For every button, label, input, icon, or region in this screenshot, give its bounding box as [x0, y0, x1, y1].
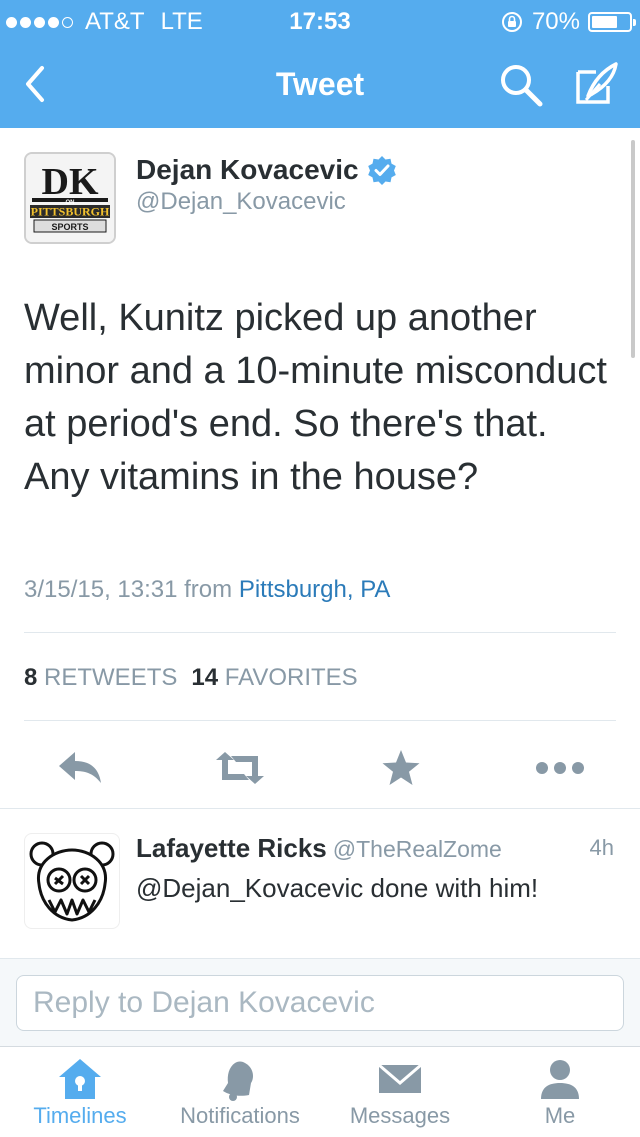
retweet-button[interactable]	[210, 746, 270, 790]
reply-icon	[59, 752, 101, 783]
bear-logo	[29, 841, 115, 922]
svg-text:DK: DK	[42, 161, 99, 203]
home-icon	[59, 1059, 101, 1099]
tab-messages-label: Messages	[349, 1103, 451, 1128]
nav-bar: Tweet	[0, 40, 640, 128]
retweets-count: 8	[24, 664, 38, 691]
reply-bar	[0, 958, 640, 1047]
more-dots-icon	[536, 762, 584, 774]
star-icon	[382, 750, 420, 785]
reply-avatar[interactable]	[24, 833, 120, 929]
tweet-stats: 8 RETWEETS 14 FAVORITES	[24, 664, 358, 692]
tweet-meta: 3/15/15, 13:31 from Pittsburgh, PA	[24, 576, 390, 604]
tweet-timestamp: 3/15/15, 13:31	[24, 576, 178, 603]
tab-timelines-label: Timelines	[33, 1103, 127, 1128]
app-header: AT&T LTE 17:53 70% Tweet	[0, 0, 640, 128]
retweets-stat[interactable]: 8 RETWEETS	[24, 664, 177, 692]
favorites-label: FAVORITES	[224, 664, 358, 691]
reply-text: @Dejan_Kovacevic done with him!	[136, 873, 539, 903]
battery-percent: 70%	[531, 8, 580, 35]
tab-messages[interactable]: Messages	[320, 1047, 480, 1137]
status-bar: AT&T LTE 17:53 70%	[0, 0, 640, 40]
retweet-icon	[216, 752, 264, 784]
tab-bar: Timelines Notifications Messages Me	[0, 1046, 640, 1137]
author-avatar[interactable]: DK ON PITTSBURGH SPORTS	[24, 152, 116, 244]
divider	[24, 720, 616, 721]
reply-author[interactable]: Lafayette Ricks @TheRealZome	[136, 833, 502, 864]
status-right: 70%	[500, 8, 636, 36]
tab-me[interactable]: Me	[480, 1047, 640, 1137]
scroll-indicator[interactable]	[631, 140, 635, 358]
reply-tweet[interactable]: Lafayette Ricks @TheRealZome 4h @Dejan_Ko…	[0, 808, 640, 959]
battery-icon	[588, 12, 636, 32]
author-handle[interactable]: @Dejan_Kovacevic	[136, 188, 346, 216]
retweets-label: RETWEETS	[44, 664, 178, 691]
search-icon[interactable]	[496, 60, 546, 110]
reply-input[interactable]	[16, 975, 624, 1031]
envelope-icon	[378, 1063, 422, 1093]
tweet-from-label: from	[184, 576, 233, 603]
tab-timelines[interactable]: Timelines	[0, 1047, 160, 1137]
favorites-stat[interactable]: 14 FAVORITES	[191, 664, 357, 692]
dk-sports-logo: DK ON PITTSBURGH SPORTS	[26, 154, 114, 242]
tab-notifications[interactable]: Notifications	[160, 1047, 320, 1137]
favorites-count: 14	[191, 664, 219, 691]
author-name[interactable]: Dejan Kovacevic	[136, 154, 397, 186]
favorite-button[interactable]	[376, 746, 426, 790]
tab-notifications-label: Notifications	[180, 1103, 300, 1128]
compose-tweet-icon[interactable]	[570, 58, 622, 110]
rotation-lock-icon	[501, 12, 522, 32]
tab-me-label: Me	[544, 1103, 576, 1128]
tweet-actions	[0, 740, 640, 796]
author-name-text: Dejan Kovacevic	[136, 154, 359, 185]
verified-badge-icon	[367, 156, 396, 185]
more-button[interactable]	[530, 746, 590, 790]
divider	[24, 632, 616, 633]
tweet-author[interactable]: DK ON PITTSBURGH SPORTS Dejan Kovacevic …	[24, 152, 624, 252]
person-icon	[541, 1060, 579, 1099]
svg-text:SPORTS: SPORTS	[51, 222, 88, 232]
bell-icon	[223, 1061, 253, 1101]
reply-timestamp: 4h	[589, 835, 614, 860]
tweet-location-link[interactable]: Pittsburgh, PA	[239, 576, 391, 603]
reply-author-handle: @TheRealZome	[332, 836, 502, 862]
reply-button[interactable]	[56, 746, 106, 790]
svg-text:PITTSBURGH: PITTSBURGH	[31, 205, 110, 219]
reply-author-name: Lafayette Ricks	[136, 833, 327, 863]
tweet-text: Well, Kunitz picked up another minor and…	[24, 297, 607, 498]
